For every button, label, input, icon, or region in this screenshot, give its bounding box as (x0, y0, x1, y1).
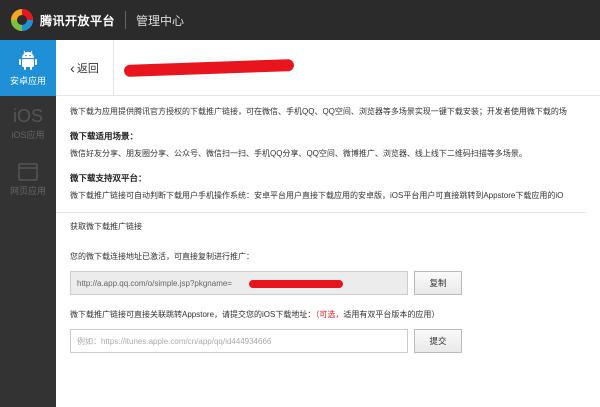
web-icon (18, 163, 38, 181)
section-title: 获取微下载推广链接 (70, 222, 142, 231)
dual-platform-heading: 微下载支持双平台： (70, 173, 147, 183)
ios-icon: iOS (12, 106, 43, 126)
android-icon (19, 50, 37, 70)
content-area: 微下载为应用提供腾讯官方授权的下载推广链接，可在微信、手机QQ、QQ空间、浏览器… (56, 96, 600, 367)
redacted-app-title (123, 58, 295, 77)
appstore-text: 微下载推广链接可直接关联跳转Appstore，请提交您的iOS下载地址：（可选，… (70, 309, 600, 321)
scenes-text: 微信好友分享、朋友圈分享、公众号、微信扫一扫、手机QQ分享、QQ空间、微博推广、… (70, 149, 527, 158)
link-row: http://a.app.qq.com/o/simple.jsp?pkgname… (70, 271, 600, 295)
copy-button[interactable]: 复制 (414, 271, 462, 295)
sidebar-item-label: 网页应用 (9, 186, 46, 196)
back-bar: ‹ 返回 (56, 39, 600, 96)
header-divider (125, 11, 127, 29)
scenes-heading: 微下载适用场景： (70, 131, 139, 141)
top-bar: 腾讯开放平台 管理中心 (0, 0, 600, 40)
chevron-left-icon: ‹ (70, 59, 75, 76)
dual-platform-text: 微下载推广链接可自动判断下载用户手机操作系统：安卓平台用户直接下载应用的安卓版，… (70, 191, 564, 200)
appstore-text-main: 微下载推广链接可直接关联跳转Appstore，请提交您的iOS下载地址： (70, 310, 316, 319)
back-button[interactable]: ‹ 返回 (56, 39, 114, 96)
tencent-logo-icon[interactable] (10, 8, 34, 32)
sidebar-item-android[interactable]: 安卓应用 (0, 40, 56, 96)
header-subtitle[interactable]: 管理中心 (136, 12, 184, 29)
brand-name: 腾讯开放平台 (40, 13, 116, 28)
activated-text: 您的微下载连接地址已激活，可直接复制进行推广： (70, 252, 254, 261)
main-panel: ‹ 返回 微下载为应用提供腾讯官方授权的下载推广链接，可在微信、手机QQ、QQ空… (56, 39, 600, 407)
redacted-package-name (249, 280, 343, 288)
section-divider (56, 212, 586, 213)
ios-url-input[interactable]: 例如：https://itunes.apple.com/cn/app/qq/id… (70, 329, 408, 353)
submit-button[interactable]: 提交 (414, 329, 462, 353)
sidebar-item-ios[interactable]: iOS iOS应用 (0, 96, 56, 152)
ios-url-row: 例如：https://itunes.apple.com/cn/app/qq/id… (70, 329, 600, 353)
appstore-text-tail: 适用有双平台版本的应用） (343, 310, 440, 319)
sidebar: 安卓应用 iOS iOS应用 网页应用 (0, 40, 56, 407)
download-link-value: http://a.app.qq.com/o/simple.jsp?pkgname… (77, 278, 232, 288)
optional-note: （可选， (315, 310, 344, 319)
back-label: 返回 (76, 62, 99, 75)
download-link-field[interactable]: http://a.app.qq.com/o/simple.jsp?pkgname… (70, 271, 408, 295)
intro-text: 微下载为应用提供腾讯官方授权的下载推广链接，可在微信、手机QQ、QQ空间、浏览器… (70, 107, 567, 116)
sidebar-item-label: iOS应用 (11, 130, 45, 140)
sidebar-item-label: 安卓应用 (9, 76, 46, 86)
sidebar-item-web[interactable]: 网页应用 (0, 152, 56, 208)
